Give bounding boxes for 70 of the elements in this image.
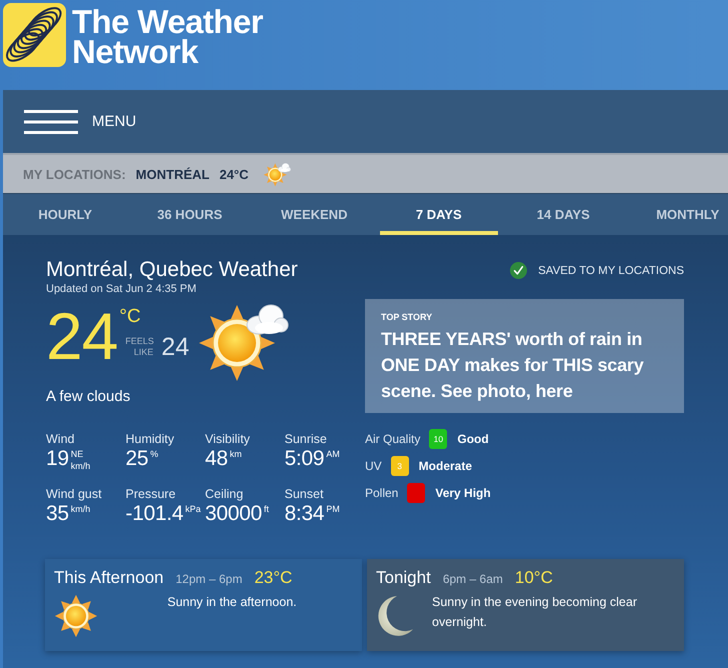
index-badge: 10	[429, 429, 448, 449]
index-label: Pollen	[365, 486, 398, 500]
feels-like-label: FEELS LIKE	[125, 336, 154, 358]
period-description: Sunny in the evening becoming clear overnight.	[432, 594, 638, 631]
index-rating: Good	[457, 432, 489, 446]
tab[interactable]: 14 DAYS	[504, 194, 622, 235]
stat-label: Pressure	[126, 487, 176, 502]
period-temperature: 23°C	[254, 568, 292, 588]
feels-like-value: 24	[161, 333, 190, 361]
period-time: 12pm – 6pm	[176, 572, 242, 586]
unit-label: NE	[70, 449, 84, 459]
location-title: Montréal, Quebec Weather	[46, 257, 299, 283]
current-temperature: 24	[46, 301, 118, 371]
period-temperature: 10°C	[514, 568, 553, 588]
stat-value: 35	[46, 502, 69, 526]
tab[interactable]: MONTHLY	[628, 194, 728, 235]
forecast-card[interactable]: Tonight 6pm – 6am 10°C Sunny in the evening becoming clear overnight.	[367, 559, 684, 651]
temperature-unit: °C	[119, 307, 142, 327]
unit-label: km/h	[70, 461, 90, 471]
period-description: Sunny in the afternoon.	[167, 594, 297, 611]
locations-label: MY LOCATIONS:	[23, 166, 126, 182]
period-name: This Afternoon	[54, 568, 164, 588]
sun-icon	[54, 594, 98, 638]
top-story-card[interactable]: TOP STORY THREE YEARS' worth of rain in ONE DAY makes for THIS scary scene. See photo, here	[365, 299, 684, 413]
sun-cloud-icon	[262, 162, 291, 186]
tab[interactable]: HOURLY	[6, 194, 124, 235]
unit-label: km	[230, 449, 242, 459]
updated-time: Updated on Sat Jun 2 4:35 PM	[46, 283, 198, 296]
unit-label: km/h	[70, 504, 90, 514]
unit-label: %	[150, 449, 158, 459]
logo-icon[interactable]	[3, 3, 66, 67]
index-rating: Moderate	[418, 459, 472, 473]
menu-button[interactable]: MENU	[22, 110, 138, 134]
index-badge: 3	[390, 456, 409, 476]
forecast-card[interactable]: This Afternoon 12pm – 6pm 23°C Sunny in the afternoon.	[45, 559, 362, 651]
stat-label: Wind gust	[46, 487, 102, 502]
stat-label: Humidity	[126, 432, 174, 447]
index-label: Air Quality	[365, 432, 420, 446]
period-time: 6pm – 6am	[442, 572, 503, 586]
tab[interactable]: 36 HOURS	[130, 194, 249, 235]
condition-text: A few clouds	[46, 388, 132, 406]
story-headline: THREE YEARS' worth of rain in ONE DAY makes for THIS scary scene. See photo, here	[381, 328, 645, 403]
tab[interactable]: WEEKEND	[255, 194, 374, 235]
stat-value: 19	[46, 447, 69, 471]
moon-icon	[378, 595, 414, 637]
stat-label: Sunset	[284, 487, 324, 502]
stat-value: -101.4	[126, 502, 184, 526]
stat-value: 8:34	[284, 502, 324, 526]
check-icon	[510, 262, 528, 279]
unit-label: ft	[264, 504, 269, 514]
location-temperature: 24°C	[219, 166, 249, 182]
stat-value: 5:09	[284, 447, 324, 471]
period-name: Tonight	[376, 568, 431, 588]
index-rating: Very High	[435, 486, 491, 500]
stat-value: 25	[126, 447, 148, 471]
menu-icon	[24, 110, 78, 134]
stat-label: Visibility	[205, 432, 250, 447]
unit-label: kPa	[185, 504, 201, 514]
brand-name[interactable]: The Weather Network	[72, 7, 263, 67]
index-label: UV	[365, 459, 382, 473]
story-tag: TOP STORY	[381, 312, 432, 323]
unit-label: AM	[326, 449, 340, 459]
stat-value: 30000	[205, 502, 262, 526]
stat-label: Wind	[46, 432, 74, 447]
location-link[interactable]: MONTRÉAL	[136, 166, 210, 182]
unit-label: PM	[326, 504, 340, 514]
stat-label: Sunrise	[284, 432, 327, 447]
stat-value: 48	[205, 447, 228, 471]
saved-locations-link[interactable]: SAVED TO MY LOCATIONS	[538, 264, 684, 276]
stat-label: Ceiling	[205, 487, 244, 502]
